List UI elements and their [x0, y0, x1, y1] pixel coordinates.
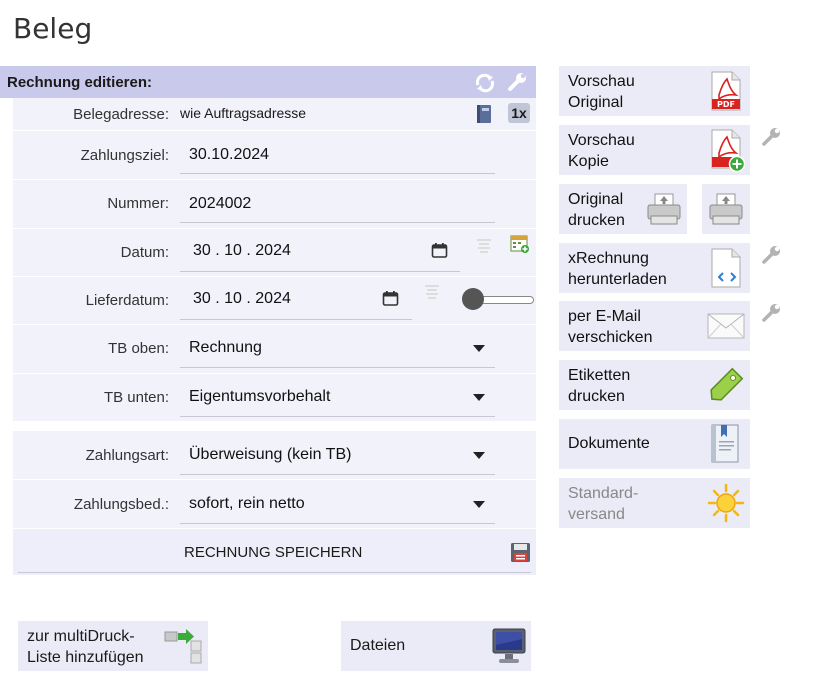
row-divider — [13, 130, 536, 131]
document-book-icon — [711, 424, 739, 463]
zahlungsart-label: Zahlungsart: — [85, 447, 169, 464]
send-email-label: per E-Mail verschicken — [568, 308, 653, 346]
standard-shipping-label: Standard-versand — [568, 485, 639, 523]
clear-list-icon[interactable] — [474, 236, 494, 256]
documents-label: Dokumente — [568, 435, 650, 452]
address-book-icon[interactable] — [474, 103, 494, 125]
tb-oben-select[interactable]: Rechnung — [189, 339, 262, 357]
print-copy-button[interactable] — [702, 184, 750, 234]
chevron-down-icon[interactable] — [473, 452, 485, 459]
pdf-icon: PDF — [711, 71, 741, 111]
lieferdatum-label: Lieferdatum: — [85, 292, 169, 309]
zahlungsziel-underline — [180, 173, 495, 174]
printer-icon — [709, 193, 743, 225]
page-title: Beleg — [13, 12, 93, 45]
datum-label: Datum: — [120, 244, 169, 261]
nummer-underline — [180, 222, 495, 223]
toggle-knob — [462, 288, 484, 310]
add-to-multidruck-label: zur multiDruck- Liste hinzufügen — [27, 628, 144, 666]
tag-icon — [710, 367, 744, 401]
chevron-down-icon[interactable] — [473, 345, 485, 352]
zahlungsbed-select[interactable]: sofort, rein netto — [189, 495, 305, 513]
row-divider — [13, 179, 536, 180]
preview-copy-label: Vorschau Kopie — [568, 132, 635, 170]
sun-icon — [707, 483, 745, 523]
wrench-icon[interactable] — [760, 126, 782, 153]
xrechnung-label: xRechnung herunterladen — [568, 250, 667, 288]
tb-unten-select[interactable]: Eigentumsvorbehalt — [189, 388, 330, 406]
preview-original-button[interactable]: Vorschau Original PDF — [559, 66, 750, 116]
wrench-icon[interactable] — [760, 302, 782, 329]
calendar-icon[interactable] — [431, 242, 448, 259]
section-gap — [13, 421, 536, 431]
send-email-button[interactable]: per E-Mail verschicken — [559, 301, 750, 351]
print-original-button[interactable]: Original drucken — [559, 184, 687, 234]
pdf-add-icon — [711, 129, 745, 173]
panel-header: Rechnung editieren: — [0, 66, 536, 98]
row-divider — [13, 479, 536, 480]
nummer-label: Nummer: — [107, 195, 169, 212]
preview-original-label: Vorschau Original — [568, 73, 635, 111]
wrench-icon[interactable] — [760, 244, 782, 271]
clear-list-icon[interactable] — [422, 282, 442, 302]
documents-button[interactable]: Dokumente — [559, 419, 750, 469]
zahlungsbed-underline — [180, 523, 495, 524]
datum-underline — [180, 271, 460, 272]
add-to-list-icon — [164, 629, 202, 664]
add-to-multidruck-button[interactable]: zur multiDruck- Liste hinzufügen — [18, 621, 208, 671]
row-divider — [13, 373, 536, 374]
belegadresse-value[interactable]: wie Auftragsadresse — [180, 105, 306, 121]
code-file-icon — [711, 248, 741, 288]
panel-title: Rechnung editieren: — [7, 74, 153, 91]
copies-badge[interactable]: 1x — [508, 103, 530, 123]
tb-oben-label: TB oben: — [108, 340, 169, 357]
chevron-down-icon[interactable] — [473, 501, 485, 508]
zahlungsziel-label: Zahlungsziel: — [80, 147, 169, 164]
lieferdatum-toggle[interactable] — [462, 288, 534, 310]
save-underline — [18, 572, 531, 573]
wrench-icon[interactable] — [506, 71, 528, 93]
svg-text:PDF: PDF — [717, 100, 735, 109]
calendar-add-icon[interactable] — [510, 234, 530, 254]
nummer-input[interactable]: 2024002 — [189, 195, 251, 213]
tb-unten-underline — [180, 416, 495, 417]
row-divider — [13, 276, 536, 277]
calendar-icon[interactable] — [382, 290, 399, 307]
files-button[interactable]: Dateien — [341, 621, 531, 671]
lieferdatum-input[interactable]: 30 . 10 . 2024 — [193, 290, 291, 308]
envelope-icon — [707, 313, 745, 339]
tb-oben-underline — [180, 367, 495, 368]
floppy-disk-icon — [511, 543, 530, 562]
print-original-label: Original drucken — [568, 191, 625, 229]
preview-copy-button[interactable]: Vorschau Kopie — [559, 125, 750, 175]
lieferdatum-underline — [180, 319, 412, 320]
chevron-down-icon[interactable] — [473, 394, 485, 401]
zahlungsziel-input[interactable]: 30.10.2024 — [189, 146, 269, 164]
print-labels-button[interactable]: Etiketten drucken — [559, 360, 750, 410]
row-divider — [13, 324, 536, 325]
files-label: Dateien — [350, 637, 406, 654]
save-button-label: RECHNUNG SPEICHERN — [184, 544, 363, 561]
belegadresse-label: Belegadresse: — [73, 106, 169, 123]
xrechnung-download-button[interactable]: xRechnung herunterladen — [559, 243, 750, 293]
save-button[interactable]: RECHNUNG SPEICHERN — [13, 529, 536, 575]
tb-unten-label: TB unten: — [103, 389, 169, 406]
zahlungsart-underline — [180, 474, 495, 475]
standard-shipping-button[interactable]: Standard-versand — [559, 478, 750, 528]
printer-icon — [647, 193, 681, 225]
print-labels-label: Etiketten drucken — [568, 367, 631, 405]
zahlungsart-select[interactable]: Überweisung (kein TB) — [189, 446, 351, 464]
monitor-icon — [492, 628, 526, 663]
sync-icon[interactable] — [474, 72, 496, 94]
row-divider — [13, 228, 536, 229]
datum-input[interactable]: 30 . 10 . 2024 — [193, 242, 291, 260]
zahlungsbed-label: Zahlungsbed.: — [73, 496, 169, 513]
